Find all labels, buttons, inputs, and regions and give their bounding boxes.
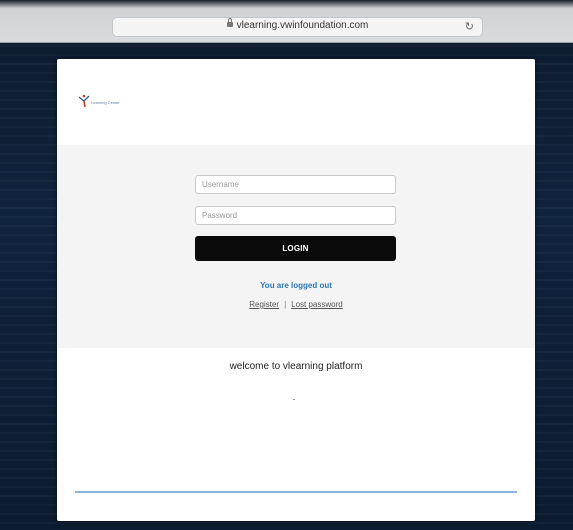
welcome-text: welcome to vlearning platform [229, 361, 363, 372]
decorative-dot [293, 399, 295, 400]
footer-divider [75, 491, 517, 493]
lost-password-link[interactable]: Lost password [291, 300, 343, 309]
login-card: Learning Center LOGIN You are logged out… [57, 59, 535, 521]
address-bar[interactable]: vlearning.vwinfoundation.com ↻ [112, 17, 483, 37]
login-panel: LOGIN You are logged out Register | Lost p… [57, 145, 535, 348]
lock-icon [226, 17, 233, 27]
link-separator: | [284, 300, 287, 309]
username-input[interactable] [195, 175, 396, 194]
url-display: vlearning.vwinfoundation.com [113, 17, 482, 31]
logo-text: Learning Center [91, 100, 120, 105]
logout-status-message: You are logged out [260, 281, 332, 290]
login-button[interactable]: LOGIN [195, 236, 396, 261]
url-text: vlearning.vwinfoundation.com [236, 20, 369, 31]
logo: Learning Center [77, 91, 157, 113]
password-input[interactable] [195, 206, 396, 225]
account-links: Register | Lost password [57, 300, 535, 309]
browser-toolbar: vlearning.vwinfoundation.com ↻ [0, 0, 573, 43]
register-link[interactable]: Register [249, 300, 279, 309]
reload-icon[interactable]: ↻ [465, 20, 474, 33]
